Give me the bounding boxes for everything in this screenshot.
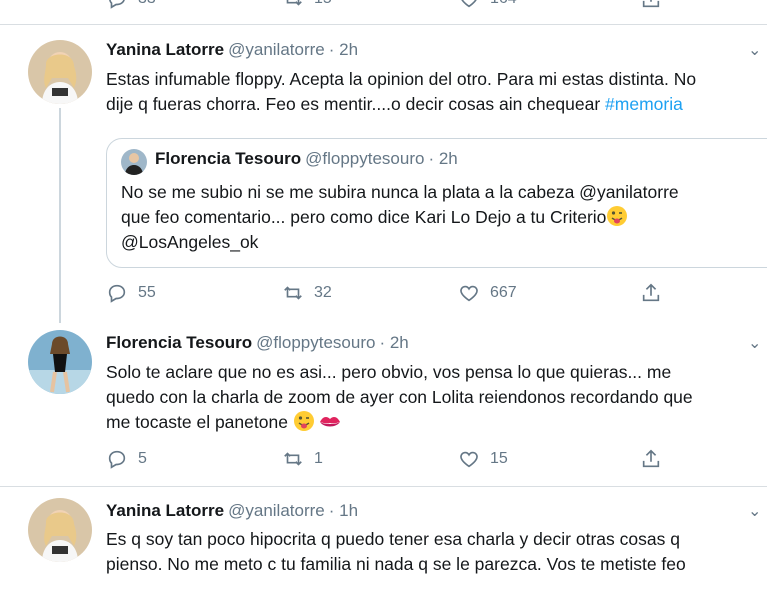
share-icon [642, 0, 660, 8]
reply-icon [108, 450, 126, 469]
quote-text-line: No se me subio ni se me subira nunca la … [121, 182, 679, 202]
timestamp[interactable]: · 2h [329, 40, 358, 59]
tweet-text: dije q fueras chorra. Feo es mentir....o… [106, 94, 601, 114]
user-handle[interactable]: @yanilatorre [228, 501, 325, 520]
timestamp[interactable]: · 1h [329, 501, 358, 520]
reply-button[interactable]: 5 [106, 448, 147, 470]
share-button[interactable] [640, 282, 662, 304]
retweet-icon [286, 0, 302, 6]
user-handle[interactable]: @floppytesouro [256, 333, 375, 352]
thread-line [59, 108, 61, 323]
like-icon [460, 285, 478, 302]
tweet-text-line: Solo te aclare que no es asi... pero obv… [106, 362, 672, 382]
retweet-button[interactable]: 1 [282, 448, 323, 470]
tweet-header: Florencia Tesouro @floppytesouro · 2h [106, 333, 409, 353]
tweet-header: Yanina Latorre @yanilatorre · 2h [106, 40, 358, 60]
retweet-button[interactable]: 32 [282, 282, 332, 304]
share-icon [642, 283, 660, 302]
tweet-text: me tocaste el panetone [106, 412, 288, 432]
avatar[interactable] [28, 40, 92, 104]
display-name[interactable]: Yanina Latorre [106, 40, 224, 59]
retweet-button[interactable]: 15 [282, 0, 332, 10]
like-button[interactable]: 164 [458, 0, 517, 10]
avatar[interactable] [28, 330, 92, 394]
avatar[interactable] [28, 498, 92, 562]
like-count: 667 [490, 284, 517, 301]
timestamp[interactable]: · 2h [379, 333, 408, 352]
avatar-image [28, 40, 92, 104]
tweet-text-line: Es q soy tan poco hipocrita q puedo tene… [106, 529, 680, 549]
share-button[interactable] [640, 448, 662, 470]
tweet-text-line: pienso. No me meto c tu familia ni nada … [106, 554, 686, 574]
reply-count: 55 [138, 284, 156, 301]
avatar-image [28, 330, 92, 394]
like-icon [460, 451, 478, 468]
share-icon [642, 449, 660, 468]
reply-count: 5 [138, 450, 147, 467]
quote-timestamp: · 2h [428, 149, 458, 168]
like-button[interactable]: 15 [458, 448, 508, 470]
winking-tongue-emoji [606, 205, 628, 234]
reply-icon [108, 284, 126, 303]
kiss-mark-emoji [318, 412, 342, 439]
quote-text: que feo comentario... pero como dice Kar… [121, 207, 607, 227]
chevron-down-icon[interactable]: ⌄ [748, 333, 761, 353]
quoted-tweet-card[interactable]: Florencia Tesouro @floppytesouro · 2h No s… [106, 138, 767, 268]
like-count: 164 [490, 0, 517, 8]
tweet-text-line: quedo con la charla de zoom de ayer con … [106, 387, 693, 407]
quote-header: Florencia Tesouro @floppytesouro · 2h [155, 149, 458, 169]
tweet-header: Yanina Latorre @yanilatorre · 1h [106, 501, 358, 521]
display-name[interactable]: Florencia Tesouro [106, 333, 252, 352]
tweet-text-line: me tocaste el panetone [106, 410, 342, 439]
like-count: 15 [490, 450, 508, 467]
share-button[interactable] [640, 0, 662, 10]
chevron-down-icon[interactable]: ⌄ [748, 501, 761, 521]
tweet-text-line: Estas infumable floppy. Acepta la opinio… [106, 69, 697, 89]
display-name[interactable]: Yanina Latorre [106, 501, 224, 520]
reply-button[interactable]: 33 [106, 0, 156, 10]
retweet-count: 15 [314, 0, 332, 8]
retweet-icon [284, 452, 302, 466]
quote-display-name: Florencia Tesouro [155, 149, 302, 168]
like-button[interactable]: 667 [458, 282, 517, 304]
hashtag-link[interactable]: #memoria [605, 94, 683, 114]
user-handle[interactable]: @yanilatorre [228, 40, 325, 59]
reply-button[interactable]: 55 [106, 282, 156, 304]
mention-link[interactable]: @LosAngeles_ok [121, 230, 258, 255]
tweet-text-line: dije q fueras chorra. Feo es mentir....o… [106, 92, 683, 117]
quote-avatar [121, 149, 147, 175]
avatar-image [28, 498, 92, 562]
divider [0, 486, 767, 487]
reply-count: 33 [138, 0, 156, 8]
retweet-count: 32 [314, 284, 332, 301]
divider [0, 24, 767, 25]
like-icon [461, 0, 477, 8]
retweet-icon [284, 286, 302, 300]
reply-icon [109, 0, 125, 9]
retweet-count: 1 [314, 450, 323, 467]
quote-handle: @floppytesouro [305, 149, 425, 168]
chevron-down-icon[interactable]: ⌄ [748, 40, 761, 60]
winking-tongue-emoji [293, 410, 315, 439]
